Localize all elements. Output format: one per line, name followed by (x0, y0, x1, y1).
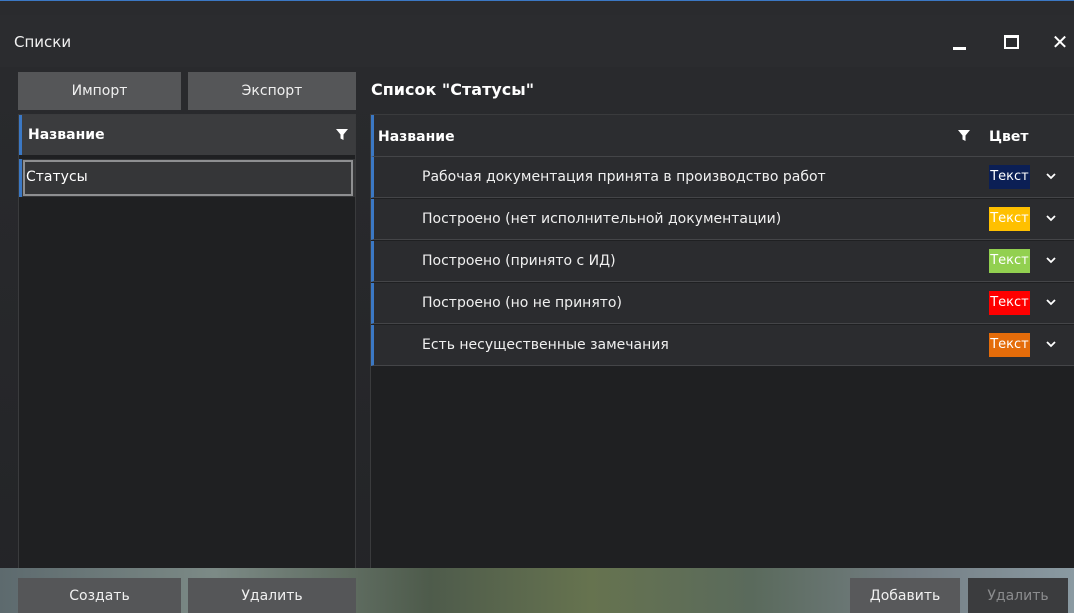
lists-column-header[interactable]: Название (19, 115, 355, 155)
maximize-button[interactable] (994, 25, 1028, 59)
table-row[interactable]: Рабочая документация принята в производс… (371, 157, 1074, 198)
filter-icon[interactable] (336, 129, 348, 141)
color-swatch[interactable]: Текст (989, 333, 1030, 357)
lists-panel: Название Статусы (18, 114, 356, 569)
add-button[interactable]: Добавить (850, 578, 960, 613)
filter-icon[interactable] (958, 130, 970, 142)
table-row[interactable]: Построено (но не принято) Текст (371, 283, 1074, 324)
delete-entry-button[interactable]: Удалить (968, 578, 1068, 613)
list-entries-panel: Название Цвет Рабочая документация приня… (370, 114, 1074, 569)
minimize-button[interactable] (942, 25, 976, 59)
close-button[interactable]: ✕ (1043, 25, 1074, 59)
table-row[interactable]: Есть несущественные замечания Текст (371, 325, 1074, 366)
import-button[interactable]: Импорт (18, 72, 181, 110)
window-title: Списки (14, 33, 72, 51)
color-swatch[interactable]: Текст (989, 291, 1030, 315)
entries-column-header: Название Цвет (371, 115, 1074, 157)
chevron-down-icon[interactable] (1046, 297, 1056, 307)
maximize-icon (1003, 35, 1019, 49)
status-name: Построено (принято с ИД) (422, 253, 616, 269)
export-button[interactable]: Экспорт (188, 72, 356, 110)
close-icon: ✕ (1051, 30, 1069, 54)
status-name: Рабочая документация принята в производс… (422, 169, 826, 185)
minimize-icon (952, 46, 966, 50)
list-item-label: Статусы (26, 169, 88, 185)
list-title: Список "Статусы" (371, 80, 535, 99)
list-item[interactable]: Статусы (19, 159, 355, 197)
chevron-down-icon[interactable] (1046, 339, 1056, 349)
color-swatch[interactable]: Текст (989, 207, 1030, 231)
column-header-name: Название (28, 127, 105, 143)
create-button[interactable]: Создать (18, 578, 181, 613)
chevron-down-icon[interactable] (1046, 255, 1056, 265)
column-header-name[interactable]: Название (378, 129, 455, 145)
status-name: Построено (нет исполнительной документац… (422, 211, 782, 227)
table-row[interactable]: Построено (нет исполнительной документац… (371, 199, 1074, 240)
chevron-down-icon[interactable] (1046, 171, 1056, 181)
status-name: Построено (но не принято) (422, 295, 622, 311)
table-row[interactable]: Построено (принято с ИД) Текст (371, 241, 1074, 282)
status-name: Есть несущественные замечания (422, 337, 669, 353)
delete-list-button[interactable]: Удалить (188, 578, 356, 613)
title-bar: Списки ✕ (0, 15, 1074, 67)
column-header-color[interactable]: Цвет (989, 129, 1028, 145)
color-swatch[interactable]: Текст (989, 165, 1030, 189)
chevron-down-icon[interactable] (1046, 213, 1056, 223)
lists-window: Списки ✕ Импорт Экспорт Название Статусы… (0, 0, 1074, 613)
color-swatch[interactable]: Текст (989, 249, 1030, 273)
